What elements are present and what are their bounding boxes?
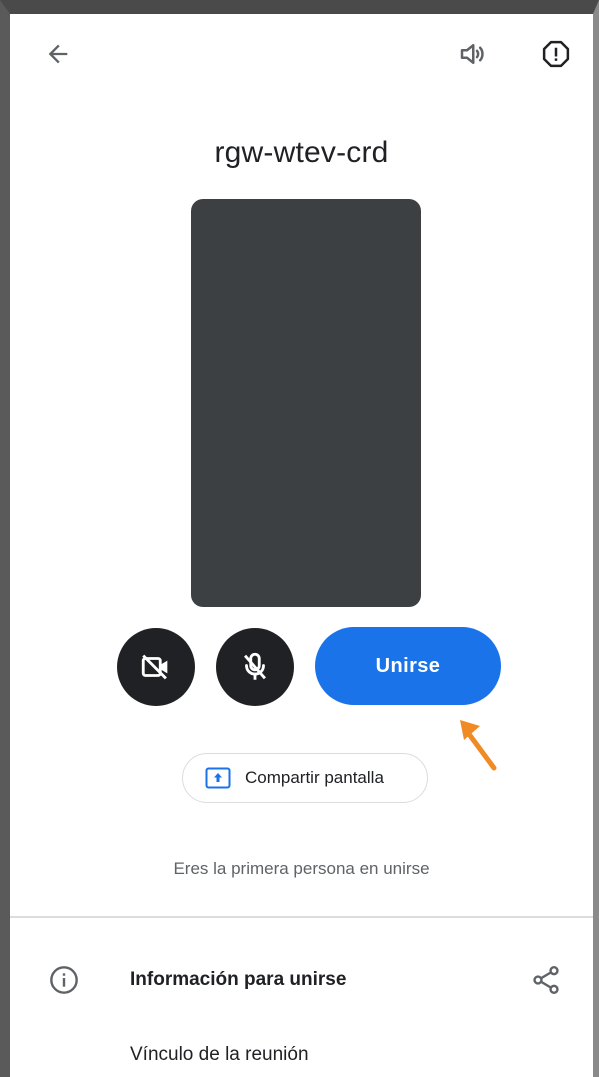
report-problem-button[interactable] bbox=[532, 30, 580, 78]
info-icon bbox=[50, 966, 78, 994]
device-frame: rgw-wtev-crd Unirse Compartir pantalla E… bbox=[0, 0, 599, 1077]
meeting-link-label: Vínculo de la reunión bbox=[130, 1044, 309, 1065]
joining-info-row: Información para unirse bbox=[10, 954, 593, 1006]
share-info-button[interactable] bbox=[524, 958, 568, 1002]
meet-prejoin-screen: rgw-wtev-crd Unirse Compartir pantalla E… bbox=[10, 14, 593, 1077]
videocam-off-icon bbox=[141, 654, 168, 680]
section-divider bbox=[10, 916, 593, 918]
volume-icon bbox=[460, 44, 484, 64]
meeting-code: rgw-wtev-crd bbox=[214, 136, 389, 169]
join-button[interactable]: Unirse bbox=[315, 627, 501, 705]
audio-output-button[interactable] bbox=[448, 30, 496, 78]
camera-preview bbox=[191, 199, 421, 607]
report-icon bbox=[542, 40, 570, 68]
share-icon bbox=[533, 966, 559, 994]
joining-info-title: Información para unirse bbox=[130, 969, 347, 990]
share-screen-button[interactable]: Compartir pantalla bbox=[182, 753, 428, 803]
mic-off-icon bbox=[244, 652, 266, 680]
microphone-toggle-button[interactable] bbox=[216, 628, 294, 706]
meeting-status-text: Eres la primera persona en unirse bbox=[173, 859, 430, 878]
arrow-back-icon bbox=[48, 44, 68, 64]
back-button[interactable] bbox=[34, 30, 82, 78]
annotation-arrow-icon bbox=[460, 720, 497, 771]
share-screen-label: Compartir pantalla bbox=[245, 768, 384, 787]
present-screen-icon bbox=[205, 767, 231, 789]
camera-toggle-button[interactable] bbox=[117, 628, 195, 706]
